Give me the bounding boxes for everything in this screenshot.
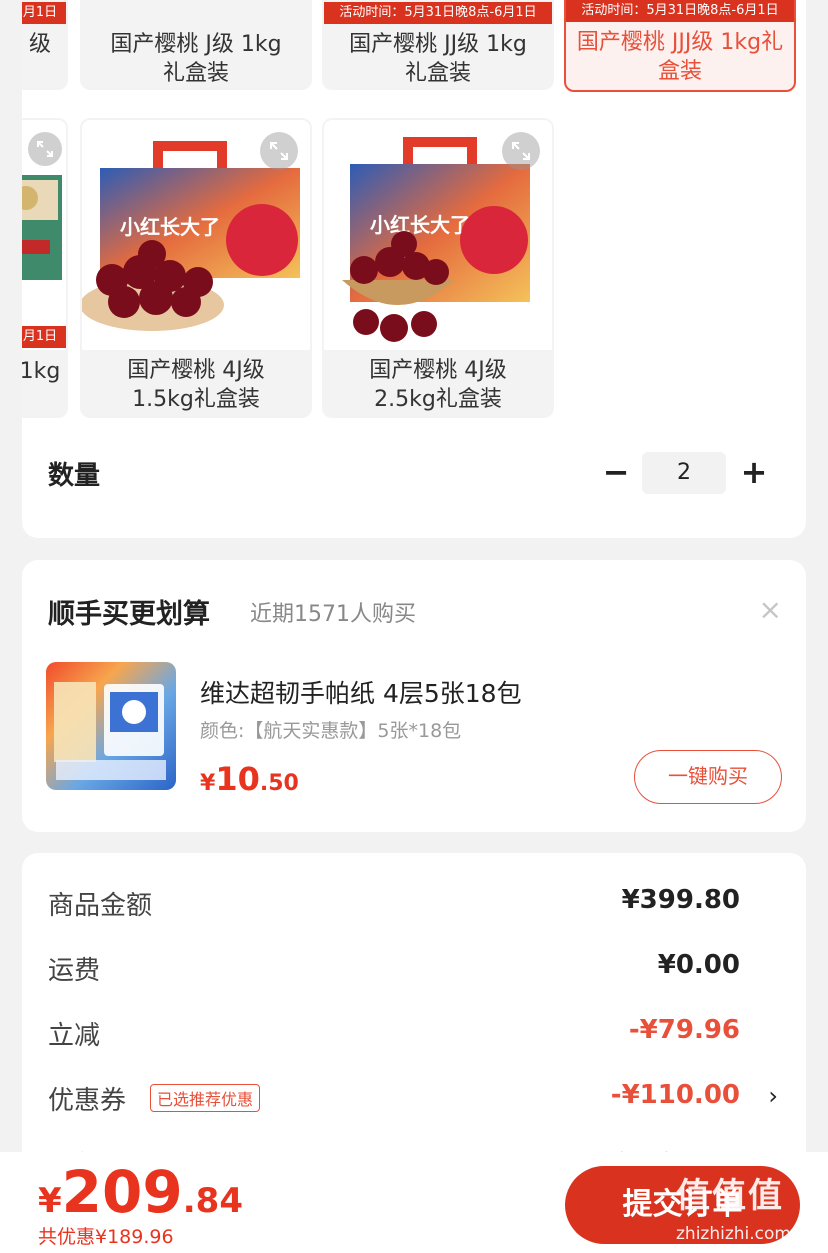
- bundle-product-name[interactable]: 维达超韧手帕纸 4层5张18包: [200, 674, 522, 710]
- promo-banner: 月1日: [22, 326, 66, 348]
- summary-value: -¥79.96: [628, 1015, 740, 1045]
- bundle-title: 顺手买更划算: [48, 599, 210, 630]
- total-integer: 209: [61, 1158, 183, 1226]
- summary-row-coupon[interactable]: 优惠券 已选推荐优惠 -¥110.00 ›: [48, 1080, 780, 1120]
- variant-name: 国产樱桃 JJJ级 1kg礼盒装: [576, 30, 784, 84]
- variant-option-jjj-1kg[interactable]: 活动时间：5月31日晚8点-6月1日 国产樱桃 JJJ级 1kg礼盒装: [564, 0, 796, 92]
- product-image: 小红长大了: [82, 120, 310, 350]
- summary-row-discount: 立减 -¥79.96: [48, 1015, 780, 1055]
- variant-option-j-1kg[interactable]: 国产樱桃 J级 1kg礼盒装: [80, 0, 312, 90]
- watermark-logo: 值值值: [676, 1176, 784, 1216]
- bundle-subtitle: 近期1571人购买: [250, 602, 416, 627]
- variant-name: 国产樱桃 J级 1kg礼盒装: [110, 32, 282, 86]
- variant-name: 国产樱桃 JJ级 1kg礼盒装: [349, 32, 527, 86]
- variant-option-4j-2-5kg[interactable]: 小红长大了 国产樱桃 4J级 2.5kg礼盒装: [322, 118, 554, 418]
- summary-label: 优惠券: [48, 1086, 127, 1116]
- total-price: ¥209.84: [38, 1158, 243, 1226]
- variant-name: 1kg: [22, 359, 61, 384]
- promo-banner: 月1日: [22, 2, 66, 24]
- summary-row-shipping: 运费 ¥0.00: [48, 950, 780, 990]
- variant-option-partial-top[interactable]: 月1日 级: [22, 0, 68, 90]
- summary-value: ¥0.00: [657, 950, 740, 980]
- summary-label: 立减: [48, 1021, 101, 1051]
- quantity-minus-button[interactable]: −: [596, 452, 636, 492]
- quantity-input[interactable]: 2: [642, 452, 726, 494]
- variant-option-partial-bottom[interactable]: 月1日 1kg: [22, 118, 68, 418]
- box-print-text: 小红长大了: [120, 215, 220, 239]
- tissue-product-image[interactable]: [46, 662, 176, 790]
- close-icon[interactable]: ×: [759, 596, 782, 624]
- one-click-buy-button[interactable]: 一键购买: [634, 750, 782, 804]
- product-image: [22, 120, 66, 350]
- total-savings: 共优惠¥189.96: [38, 1226, 174, 1248]
- price-integer: 10: [215, 760, 260, 798]
- total-currency: ¥: [38, 1181, 62, 1221]
- tissue-pack-image: [54, 682, 166, 780]
- quantity-label: 数量: [48, 461, 101, 491]
- expand-icon[interactable]: [260, 132, 298, 170]
- bundle-product-spec: 颜色:【航天实惠款】5张*18包: [200, 720, 462, 742]
- bundle-offer-card: 顺手买更划算 近期1571人购买 × 维达超韧手帕纸 4层5张18包 颜色:【航…: [22, 560, 806, 832]
- promo-banner: 活动时间：5月31日晚8点-6月1日: [566, 0, 794, 22]
- price-decimal: .50: [259, 771, 299, 796]
- total-decimal: .84: [182, 1181, 243, 1221]
- coupon-tag: 已选推荐优惠: [150, 1084, 261, 1112]
- price-currency: ¥: [200, 771, 216, 796]
- expand-icon[interactable]: [502, 132, 540, 170]
- variant-option-jj-1kg[interactable]: 活动时间：5月31日晚8点-6月1日 国产樱桃 JJ级 1kg礼盒装: [322, 0, 554, 90]
- bundle-product-price: ¥10.50: [200, 760, 299, 798]
- summary-row-subtotal: 商品金额 ¥399.80: [48, 885, 780, 925]
- product-image: 小红长大了: [324, 120, 552, 350]
- variant-name: 国产樱桃 4J级 2.5kg礼盒装: [369, 358, 507, 412]
- variant-card: 月1日 级 国产樱桃 J级 1kg礼盒装 活动时间：5月31日晚8点-6月1日 …: [22, 0, 806, 538]
- summary-value: -¥110.00: [610, 1080, 740, 1110]
- chevron-right-icon[interactable]: ›: [768, 1082, 778, 1110]
- variant-name: 国产樱桃 4J级 1.5kg礼盒装: [127, 358, 265, 412]
- box-print-text: 小红长大了: [370, 213, 470, 237]
- summary-label: 商品金额: [48, 891, 153, 921]
- promo-banner: 活动时间：5月31日晚8点-6月1日: [324, 2, 552, 24]
- variant-option-4j-1-5kg[interactable]: 小红长大了 国产樱桃 4J级 1.5kg礼盒装: [80, 118, 312, 418]
- watermark-url: zhizhizhi.com: [676, 1224, 791, 1244]
- quantity-plus-button[interactable]: +: [734, 452, 774, 492]
- summary-label: 运费: [48, 956, 101, 986]
- variant-name: 级: [28, 32, 51, 57]
- expand-icon[interactable]: [28, 132, 62, 166]
- summary-value: ¥399.80: [621, 885, 740, 915]
